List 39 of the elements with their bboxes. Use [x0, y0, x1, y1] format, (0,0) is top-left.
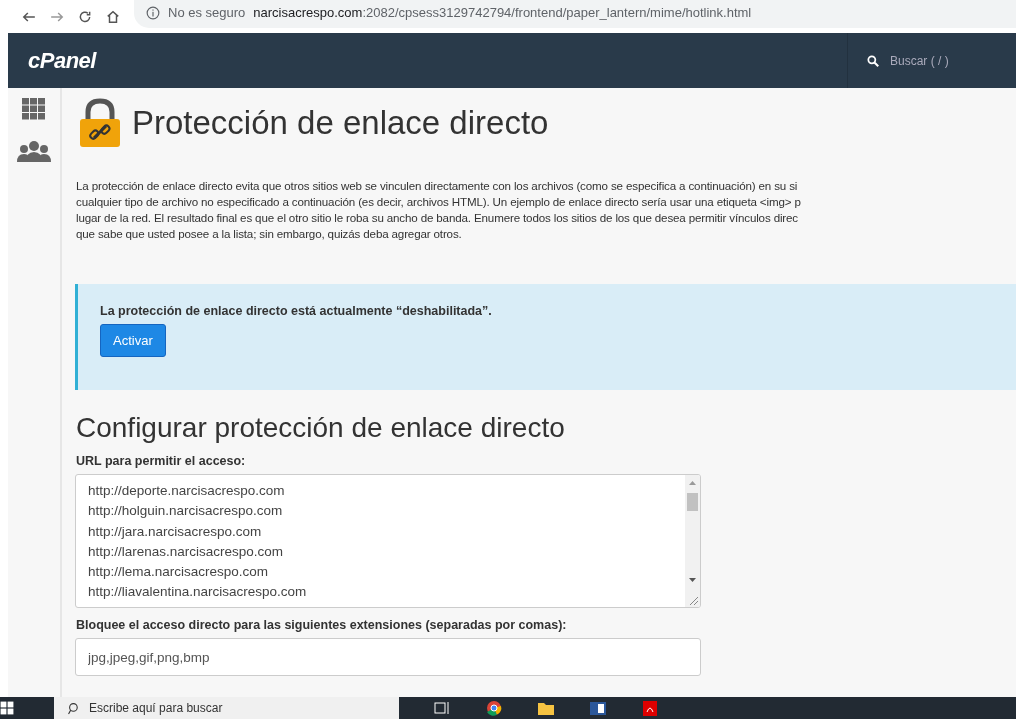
logo[interactable]: cPanel	[28, 47, 96, 74]
url-textarea[interactable]: http://deporte.narcisacrespo.com http://holguin.narcisacrespo.com http://jara.narcisacrespo.com http://larenas.narcisacrespo.com http://lema.narcisacrespo.com http://liavalentina.narcisacrespo.com	[75, 474, 701, 608]
intro-text: que sabe que usted posee a la lista; sin embargo, quizás deba agregar otros.	[76, 226, 463, 242]
search-icon	[866, 53, 880, 68]
taskbar-search[interactable]: Escribe aquí para buscar	[54, 697, 399, 719]
activate-button[interactable]: Activar	[100, 324, 166, 357]
info-icon	[146, 5, 160, 20]
browser-icon[interactable]	[485, 700, 503, 716]
url-text: narcisacrespo.com:2082/cpsess3129742794/frontend/paper_lantern/mime/hotlink.html	[253, 5, 752, 20]
page-title: Protección de enlace directo	[132, 104, 549, 142]
folder-icon[interactable]	[537, 700, 555, 716]
url-entry: http://liavalentina.narcisacrespo.com	[88, 583, 308, 602]
windows-icon	[0, 701, 14, 715]
home-icon	[106, 9, 120, 24]
pdf-app-icon[interactable]	[641, 700, 659, 716]
search-field[interactable]: Buscar ( / )	[888, 52, 1002, 69]
address-bar[interactable]: No es seguro narcisacrespo.com:2082/cpsess3129742794/frontend/paper_lantern/mime/hotlink.html	[134, 0, 1016, 28]
document-app-icon[interactable]	[589, 700, 607, 716]
intro-text: La protección de enlace directo evita que otros sitios web se vinculen directamente con los archivos (como se especifica a continuación) en su si	[76, 178, 799, 194]
url-entry: http://deporte.narcisacrespo.com	[88, 482, 286, 500]
url-entry: http://larenas.narcisacrespo.com	[88, 542, 285, 561]
padlock-link-icon	[78, 98, 122, 148]
security-label: No es seguro	[168, 5, 246, 20]
section-title: Configurar protección de enlace directo	[76, 412, 566, 444]
reload-icon	[78, 9, 92, 24]
search-icon	[68, 701, 81, 715]
field-label: Bloquee el acceso directo para las siguientes extensiones (separadas por comas):	[76, 618, 568, 632]
status-message: La protección de enlace directo está actualmente “deshabilitada”.	[100, 304, 493, 318]
url-entry: http://jara.narcisacrespo.com	[88, 522, 263, 541]
grid-icon	[22, 98, 46, 120]
field-label: URL para permitir el acceso:	[76, 454, 247, 468]
intro-text: lugar de la red. El resultado final es que el otro sitio le roba su ancho de banda. Enumere todos los sitios de los que desea permitir vínculos direc	[76, 210, 799, 226]
users-icon	[17, 140, 51, 162]
intro-text: cualquier tipo de archivo no especificado a continuación (es decir, archivos HTML). Un ejemplo de enlace directo sería usar una etiqueta <img> p	[76, 194, 802, 210]
taskbar-search-placeholder: Escribe aquí para buscar	[89, 701, 223, 715]
url-entry: http://lema.narcisacrespo.com	[88, 563, 270, 582]
url-entry: http://holguin.narcisacrespo.com	[88, 502, 284, 521]
task-view-icon[interactable]	[433, 700, 451, 716]
extensions-field[interactable]: jpg,jpeg,gif,png,bmp	[75, 638, 701, 676]
